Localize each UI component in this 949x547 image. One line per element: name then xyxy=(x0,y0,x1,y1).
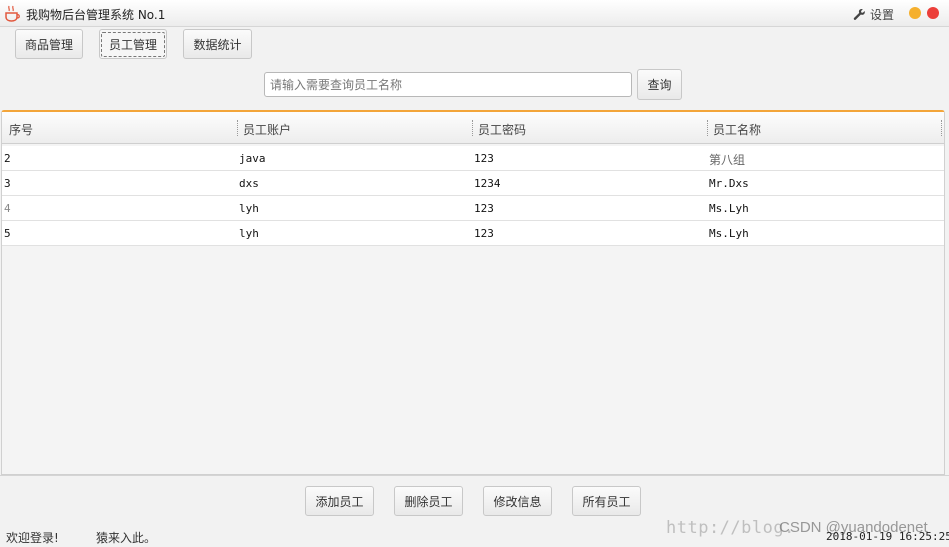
nav-stats-label: 数据统计 xyxy=(193,37,242,52)
cell-index: 2 xyxy=(4,152,11,165)
column-divider[interactable] xyxy=(472,120,473,136)
nav-products-label: 商品管理 xyxy=(24,37,73,52)
delete-employee-button[interactable]: 删除员工 xyxy=(394,486,463,516)
column-divider[interactable] xyxy=(941,120,942,136)
table-row[interactable]: 5 lyh 123 Ms.Lyh xyxy=(2,221,944,246)
cell-account: lyh xyxy=(239,202,259,215)
edit-info-label: 修改信息 xyxy=(493,494,542,509)
divider xyxy=(0,475,949,476)
column-header-password[interactable]: 员工密码 xyxy=(478,121,526,138)
employee-table: 序号 员工账户 员工密码 员工名称 2 java 123 第八组 3 dxs 1… xyxy=(1,110,945,475)
cell-name: 第八组 xyxy=(709,153,746,167)
cell-index: 4 xyxy=(4,202,11,215)
column-divider[interactable] xyxy=(707,120,708,136)
column-header-name[interactable]: 员工名称 xyxy=(713,121,761,138)
table-row[interactable]: 2 java 123 第八组 xyxy=(2,146,944,171)
settings-label: 设置 xyxy=(870,8,895,22)
coffee-cup-icon xyxy=(5,5,20,22)
add-employee-button[interactable]: 添加员工 xyxy=(305,486,374,516)
nav-stats-button[interactable]: 数据统计 xyxy=(183,29,252,59)
minimize-button[interactable] xyxy=(909,7,921,19)
column-header-index[interactable]: 序号 xyxy=(9,121,33,138)
cell-name: Mr.Dxs xyxy=(709,177,749,190)
column-divider[interactable] xyxy=(237,120,238,136)
app-title: 我购物后台管理系统 No.1 xyxy=(26,8,166,22)
all-employees-button[interactable]: 所有员工 xyxy=(572,486,641,516)
wrench-icon xyxy=(853,8,865,20)
search-input[interactable] xyxy=(264,72,632,97)
cell-name: Ms.Lyh xyxy=(709,202,749,215)
user-name: 猿来入此。 xyxy=(96,531,157,545)
cell-index: 5 xyxy=(4,227,11,240)
settings-button[interactable]: 设置 xyxy=(853,6,894,23)
timestamp: 2018-01-19 16:25:25 xyxy=(826,530,949,543)
welcome-text: 欢迎登录! xyxy=(6,531,59,545)
cell-index: 3 xyxy=(4,177,11,190)
table-row[interactable]: 3 dxs 1234 Mr.Dxs xyxy=(2,171,944,196)
table-row[interactable]: 4 lyh 123 Ms.Lyh xyxy=(2,196,944,221)
add-employee-label: 添加员工 xyxy=(315,494,364,509)
watermark-url: http://blog. xyxy=(666,518,795,538)
nav-products-button[interactable]: 商品管理 xyxy=(15,29,83,59)
column-header-account[interactable]: 员工账户 xyxy=(243,121,291,138)
cell-account: java xyxy=(239,152,266,165)
cell-password: 123 xyxy=(474,152,494,165)
search-button-label: 查询 xyxy=(647,78,672,92)
search-button[interactable]: 查询 xyxy=(637,69,682,100)
cell-account: dxs xyxy=(239,177,259,190)
title-bar: 我购物后台管理系统 No.1 设置 xyxy=(0,0,949,27)
cell-password: 123 xyxy=(474,202,494,215)
delete-employee-label: 删除员工 xyxy=(404,494,453,509)
cell-password: 123 xyxy=(474,227,494,240)
cell-password: 1234 xyxy=(474,177,501,190)
close-button[interactable] xyxy=(927,7,939,19)
all-employees-label: 所有员工 xyxy=(582,494,631,509)
edit-info-button[interactable]: 修改信息 xyxy=(483,486,552,516)
cell-name: Ms.Lyh xyxy=(709,227,749,240)
nav-employees-button[interactable]: 员工管理 xyxy=(99,29,167,59)
nav-employees-label: 员工管理 xyxy=(100,31,165,57)
table-header: 序号 员工账户 员工密码 员工名称 xyxy=(2,112,944,144)
cell-account: lyh xyxy=(239,227,259,240)
